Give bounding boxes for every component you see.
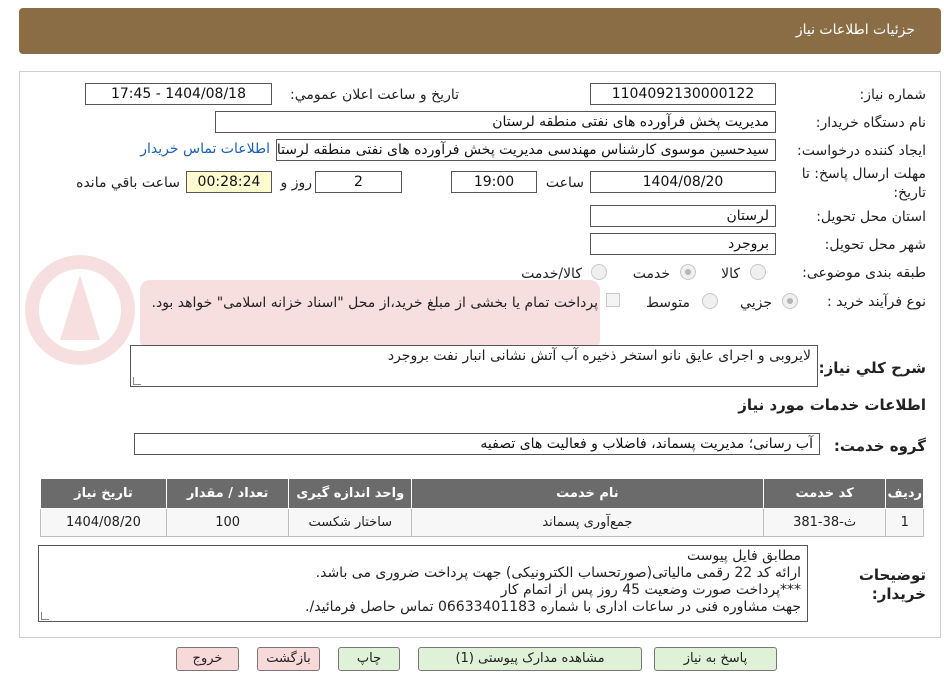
deadline-label-2: تاريخ:: [893, 185, 926, 201]
deadline-hour-field: 19:00: [451, 171, 537, 193]
category-label: طبقه بندی موضوعی:: [802, 265, 926, 281]
service-group-field: آب رسانی؛ مدیریت پسماند، فاضلاب و فعالیت…: [134, 433, 820, 455]
col-header-unit: واحد اندازه گيری: [288, 478, 413, 509]
buyer-contact-link[interactable]: اطلاعات تماس خريدار: [140, 141, 270, 157]
services-section-title: اطلاعات خدمات مورد نياز: [738, 396, 926, 414]
note-line: ارائه کد 22 رقمی مالیاتی(صورتحساب الکترو…: [315, 565, 801, 581]
buyer-org-label: نام دستگاه خريدار:: [815, 115, 926, 131]
services-table: رديف كد خدمت نام خدمت واحد اندازه گيری ت…: [40, 478, 924, 537]
summary-text: لایروبی و اجرای عایق نانو استخر ذخیره آب…: [387, 348, 811, 364]
category-option-goods-service: كالا/خدمت: [521, 266, 582, 282]
requester-field: سیدحسین موسوی کارشناس مهندسی مدیریت پخش …: [276, 139, 776, 161]
cell-code: ث-38-381: [762, 508, 887, 537]
note-line: مطابق فایل پیوست: [686, 548, 801, 564]
reply-button[interactable]: پاسخ به نياز: [654, 647, 777, 671]
exit-button[interactable]: خروج: [176, 647, 239, 671]
days-field: 2: [315, 171, 402, 193]
process-option-minor: جزيي: [740, 295, 772, 311]
city-field: بروجرد: [590, 233, 776, 255]
remaining-label: ساعت باقي مانده: [76, 175, 180, 191]
attachments-button[interactable]: مشاهده مدارک پیوستی (1): [418, 647, 642, 671]
cell-date: 1404/08/20: [40, 508, 167, 537]
need-number-label: شماره نیاز:: [859, 87, 927, 103]
cell-qty: 100: [165, 508, 290, 537]
col-header-row-no: رديف: [885, 478, 924, 509]
service-group-label: گروه خدمت:: [833, 437, 926, 455]
buyer-notes-label-2: خريدار:: [871, 585, 926, 603]
process-radio-medium[interactable]: [702, 293, 718, 309]
col-header-name: نام خدمت: [411, 478, 764, 509]
category-radio-goods[interactable]: [750, 264, 766, 280]
announce-label: تاریخ و ساعت اعلان عمومي:: [290, 87, 459, 103]
col-header-qty: تعداد / مقدار: [165, 478, 290, 509]
need-number-field: 1104092130000122: [590, 83, 776, 105]
treasury-checkbox[interactable]: [606, 293, 620, 307]
cell-row-no: 1: [885, 508, 924, 537]
note-line: جهت مشاوره فنی در ساعات اداری با شماره 0…: [305, 599, 801, 615]
page-title: جزئیات اطلاعات نیاز: [795, 22, 915, 38]
process-radio-minor[interactable]: [782, 293, 798, 309]
process-note: پرداخت تمام یا بخشی از مبلغ خرید،از محل …: [151, 295, 598, 311]
category-option-goods: كالا: [721, 266, 740, 282]
category-radio-goods-service[interactable]: [591, 264, 607, 280]
process-label: نوع فرآیند خرید :: [827, 294, 926, 310]
cell-name: جمع‌آوری پسماند: [411, 508, 764, 537]
remaining-time-field: 00:28:24: [186, 171, 272, 193]
deadline-hour-label: ساعت: [545, 175, 584, 191]
category-radio-service[interactable]: [680, 264, 696, 280]
process-option-medium: متوسط: [646, 295, 690, 311]
page-header: جزئیات اطلاعات نیاز: [19, 8, 941, 54]
resize-grip-icon[interactable]: [41, 612, 49, 620]
announce-datetime-field: 1404/08/18 - 17:45: [85, 83, 272, 105]
table-header-row: رديف كد خدمت نام خدمت واحد اندازه گيری ت…: [40, 478, 924, 509]
col-header-code: كد خدمت: [762, 478, 887, 509]
summary-label: شرح كلي نياز:: [818, 359, 926, 377]
category-option-service: خدمت: [632, 266, 670, 282]
summary-textarea[interactable]: لایروبی و اجرای عایق نانو استخر ذخیره آب…: [130, 345, 818, 387]
province-field: لرستان: [590, 205, 776, 227]
requester-label: ايجاد كننده درخواست:: [797, 143, 926, 159]
resize-grip-icon[interactable]: [133, 377, 141, 385]
buyer-org-field: مديريت پخش فرآورده هاى نفتى منطقه لرستان: [215, 111, 776, 133]
deadline-label: مهلت ارسال پاسخ: تا: [801, 166, 926, 182]
days-label: روز و: [280, 175, 313, 191]
deadline-date-field: 1404/08/20: [590, 171, 776, 193]
city-label: شهر محل تحویل:: [824, 237, 926, 253]
print-button[interactable]: چاپ: [338, 647, 400, 671]
buyer-notes-label: توضيحات: [858, 566, 926, 584]
buyer-notes-textarea[interactable]: مطابق فایل پیوست ارائه کد 22 رقمی مالیات…: [38, 545, 808, 622]
table-row: 1 ث-38-381 جمع‌آوری پسماند ساختار شکست 1…: [40, 508, 924, 537]
col-header-date: تاريخ نياز: [40, 478, 167, 509]
note-line: ***پرداخت صورت وضعیت 45 روز پس از اتمام …: [500, 582, 801, 598]
back-button[interactable]: بازگشت: [257, 647, 320, 671]
province-label: استان محل تحویل:: [816, 209, 926, 225]
cell-unit: ساختار شکست: [288, 508, 413, 537]
